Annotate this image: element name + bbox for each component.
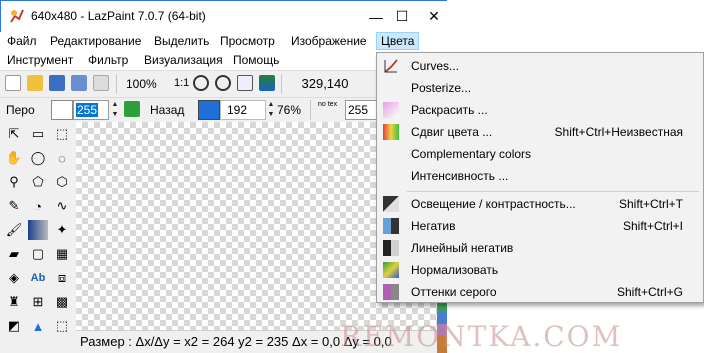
back-alpha-input[interactable]: 192 — [220, 100, 266, 120]
menu-render[interactable]: Визуализация — [141, 53, 226, 67]
perspective-icon[interactable]: ⊞ — [28, 292, 48, 312]
toolbar-separator — [310, 100, 311, 120]
linear-negative-icon — [383, 240, 399, 256]
zoom-level: 100% — [126, 77, 157, 91]
menu-bar: Файл Редактирование Выделить Просмотр Из… — [0, 32, 447, 51]
swap-colors-icon[interactable] — [124, 101, 140, 117]
menu-item-brightness-contrast[interactable]: Освещение / контрастность... Shift+Ctrl+… — [379, 193, 701, 215]
save-icon[interactable] — [49, 75, 65, 91]
color-swatches-icon[interactable]: ▦ — [52, 244, 72, 264]
close-button[interactable]: ✕ — [411, 1, 457, 32]
magic-wand-icon[interactable]: ✦ — [52, 220, 72, 240]
grayscale-icon — [383, 284, 399, 300]
zoom-1-1-button[interactable]: 1:1 — [174, 77, 189, 89]
menu-help[interactable]: Помощь — [230, 53, 282, 67]
colors-dropdown-menu: Curves... Posterize... Раскрасить ... Сд… — [376, 52, 704, 303]
menu-item-normalize[interactable]: Нормализовать — [379, 259, 701, 281]
eraser-icon[interactable]: ▰ — [4, 244, 24, 264]
watermark: REMONTKA.COM — [340, 320, 623, 353]
menu-tool[interactable]: Инструмент — [4, 53, 76, 67]
menu-view[interactable]: Просмотр — [217, 34, 278, 48]
selection-pen-icon[interactable]: ◩ — [4, 316, 24, 336]
pen-alpha-input[interactable]: 255 — [73, 100, 109, 120]
no-texture-button[interactable]: no tex — [318, 101, 338, 109]
opacity-percent: 76% — [277, 103, 302, 117]
title-bar: 640x480 - LazPaint 7.0.7 (64-bit) — ☐ ✕ — [0, 0, 447, 32]
menu-filter[interactable]: Фильтр — [85, 53, 131, 67]
negative-icon — [383, 218, 399, 234]
back-label: Назад — [150, 103, 185, 117]
back-color-swatch[interactable] — [198, 100, 220, 120]
new-file-icon[interactable] — [5, 75, 21, 91]
polygon-icon[interactable]: ⬠ — [28, 172, 48, 192]
layers-icon[interactable] — [259, 75, 275, 91]
menu-edit[interactable]: Редактирование — [47, 34, 144, 48]
menu-image[interactable]: Изображение — [288, 34, 370, 48]
tool-palette: ⇱ ▭ ⬚ ✋ ◯ ◌ ⚲ ⬠ ⬡ ✎ ◔ ∿ 🖌 ✦ ▰ ▢ ▦ ◈ Ab ⧈… — [0, 122, 76, 353]
menu-colors[interactable]: Цвета — [376, 32, 420, 50]
hand-tool-icon[interactable]: ✋ — [4, 148, 24, 168]
menu-item-complementary[interactable]: Complementary colors — [379, 143, 701, 165]
pen-label: Перо — [6, 103, 35, 117]
deform-grid-icon[interactable]: ⧈ — [52, 268, 72, 288]
move-tool-icon[interactable]: ⇱ — [4, 124, 24, 144]
spline-icon[interactable]: ∿ — [52, 196, 72, 216]
zoom-fit-icon[interactable] — [237, 75, 253, 91]
polygon-select-icon[interactable]: ⬡ — [52, 172, 72, 192]
menu-item-grayscale[interactable]: Оттенки серого Shift+Ctrl+G — [379, 281, 701, 303]
fill-bucket-icon[interactable]: ◈ — [4, 268, 24, 288]
menu-select[interactable]: Выделить — [151, 34, 212, 48]
save-as-icon[interactable] — [71, 75, 87, 91]
clone-stamp-icon[interactable]: ♜ — [4, 292, 24, 312]
layer-mapping-icon[interactable]: ▩ — [52, 292, 72, 312]
texture-icon[interactable]: ▲ — [28, 316, 48, 336]
menu-item-intensity[interactable]: Интенсивность ... — [379, 165, 701, 187]
text-tool-icon[interactable]: Ab — [28, 268, 48, 288]
brush-icon[interactable]: 🖌 — [4, 220, 24, 240]
toolbar-separator — [281, 74, 282, 94]
open-folder-icon[interactable] — [27, 75, 43, 91]
shift-colors-icon — [383, 124, 399, 140]
menu-item-colorize[interactable]: Раскрасить ... — [379, 99, 701, 121]
phong-icon[interactable]: ⬚ — [52, 316, 72, 336]
pen-tool-icon[interactable]: ✎ — [4, 196, 24, 216]
menu-item-shift-colors[interactable]: Сдвиг цвета ... Shift+Ctrl+Неизвестная — [379, 121, 701, 143]
colorize-icon — [383, 102, 399, 118]
pen-alpha-spinner[interactable]: ▲ ▼ — [110, 100, 120, 120]
rect-select-icon[interactable]: ▭ — [28, 124, 48, 144]
menu-separator — [407, 191, 699, 192]
color-picker-icon[interactable]: ⚲ — [4, 172, 24, 192]
rect-select-dotted-icon[interactable]: ⬚ — [52, 124, 72, 144]
menu-item-linear-negative[interactable]: Линейный негатив — [379, 237, 701, 259]
cursor-coordinates: 329,140 — [301, 76, 349, 91]
pen-color-swatch[interactable] — [51, 100, 73, 120]
ellipse-select-dotted-icon[interactable]: ◌ — [52, 148, 72, 168]
copy-icon[interactable] — [93, 75, 109, 91]
zoom-in-icon[interactable] — [193, 75, 209, 91]
ellipse-select-icon[interactable]: ◯ — [28, 148, 48, 168]
menu-item-negative[interactable]: Негатив Shift+Ctrl+I — [379, 215, 701, 237]
menu-item-curves[interactable]: Curves... — [379, 55, 701, 77]
lasso-icon[interactable]: ◔ — [28, 196, 48, 216]
lazpaint-app-icon — [10, 9, 24, 23]
back-alpha-spinner[interactable]: ▲ ▼ — [266, 100, 276, 120]
menu-file[interactable]: Файл — [4, 34, 40, 48]
window-title: 640x480 - LazPaint 7.0.7 (64-bit) — [31, 9, 206, 23]
rounded-rect-icon[interactable]: ▢ — [28, 244, 48, 264]
menu-item-posterize[interactable]: Posterize... — [379, 77, 701, 99]
brightness-contrast-icon — [383, 196, 399, 212]
gradient-icon[interactable] — [28, 220, 48, 240]
curves-icon — [384, 59, 398, 73]
toolbar-separator — [116, 74, 117, 94]
zoom-out-icon[interactable] — [215, 75, 231, 91]
normalize-icon — [383, 262, 399, 278]
